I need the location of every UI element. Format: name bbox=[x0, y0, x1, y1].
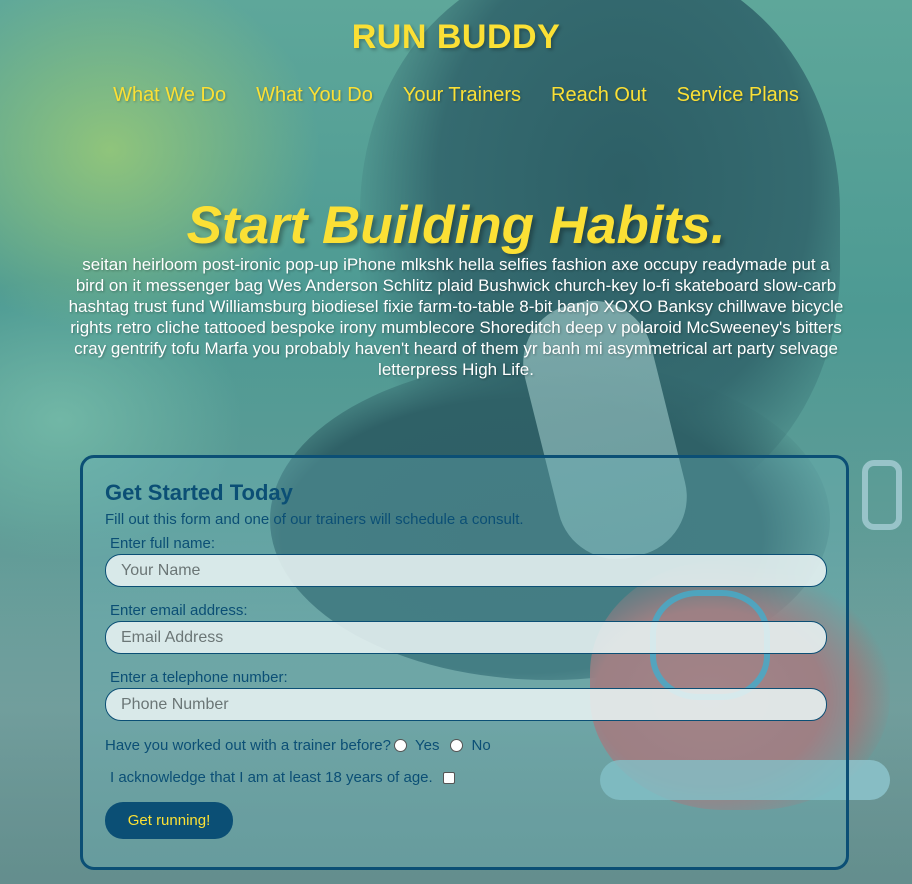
nav-link-what-you-do[interactable]: What You Do bbox=[256, 84, 373, 107]
trainer-yes-label: Yes bbox=[415, 737, 440, 754]
signup-form: Get Started Today Fill out this form and… bbox=[80, 455, 849, 870]
trainer-yes-radio[interactable] bbox=[394, 739, 407, 752]
phone-field-group: Enter a telephone number: bbox=[105, 669, 827, 721]
trainer-no-label: No bbox=[471, 737, 491, 754]
nav-link-what-we-do[interactable]: What We Do bbox=[113, 84, 226, 107]
name-input[interactable] bbox=[105, 554, 827, 587]
trainer-question-row: Have you worked out with a trainer befor… bbox=[105, 737, 824, 754]
name-label: Enter full name: bbox=[110, 535, 216, 552]
hero-section: Start Building Habits. seitan heirloom p… bbox=[0, 198, 912, 380]
age-ack-label: I acknowledge that I am at least 18 year… bbox=[110, 769, 433, 786]
form-subtitle: Fill out this form and one of our traine… bbox=[105, 511, 524, 528]
trainer-no-radio[interactable] bbox=[450, 739, 464, 752]
nav-link-your-trainers[interactable]: Your Trainers bbox=[403, 84, 521, 107]
get-running-button[interactable]: Get running! bbox=[105, 802, 233, 839]
phone-input[interactable] bbox=[105, 688, 827, 721]
site-header: RUN BUDDY What We Do What You Do Your Tr… bbox=[0, 0, 912, 107]
age-ack-row: I acknowledge that I am at least 18 year… bbox=[110, 769, 824, 786]
trainer-question-label: Have you worked out with a trainer befor… bbox=[105, 737, 391, 754]
hero-title: Start Building Habits. bbox=[186, 196, 726, 255]
hero-body: seitan heirloom post-ironic pop-up iPhon… bbox=[68, 255, 844, 379]
email-field-group: Enter email address: bbox=[105, 602, 827, 654]
nav-link-service-plans[interactable]: Service Plans bbox=[677, 84, 799, 107]
age-ack-checkbox[interactable] bbox=[442, 771, 455, 784]
name-field-group: Enter full name: bbox=[105, 535, 827, 587]
nav-link-reach-out[interactable]: Reach Out bbox=[551, 84, 647, 107]
site-logo[interactable]: RUN BUDDY bbox=[0, 18, 912, 57]
email-label: Enter email address: bbox=[110, 602, 248, 619]
form-title: Get Started Today bbox=[105, 480, 293, 505]
email-input[interactable] bbox=[105, 621, 827, 654]
main-nav: What We Do What You Do Your Trainers Rea… bbox=[0, 84, 912, 107]
phone-label: Enter a telephone number: bbox=[110, 669, 288, 686]
